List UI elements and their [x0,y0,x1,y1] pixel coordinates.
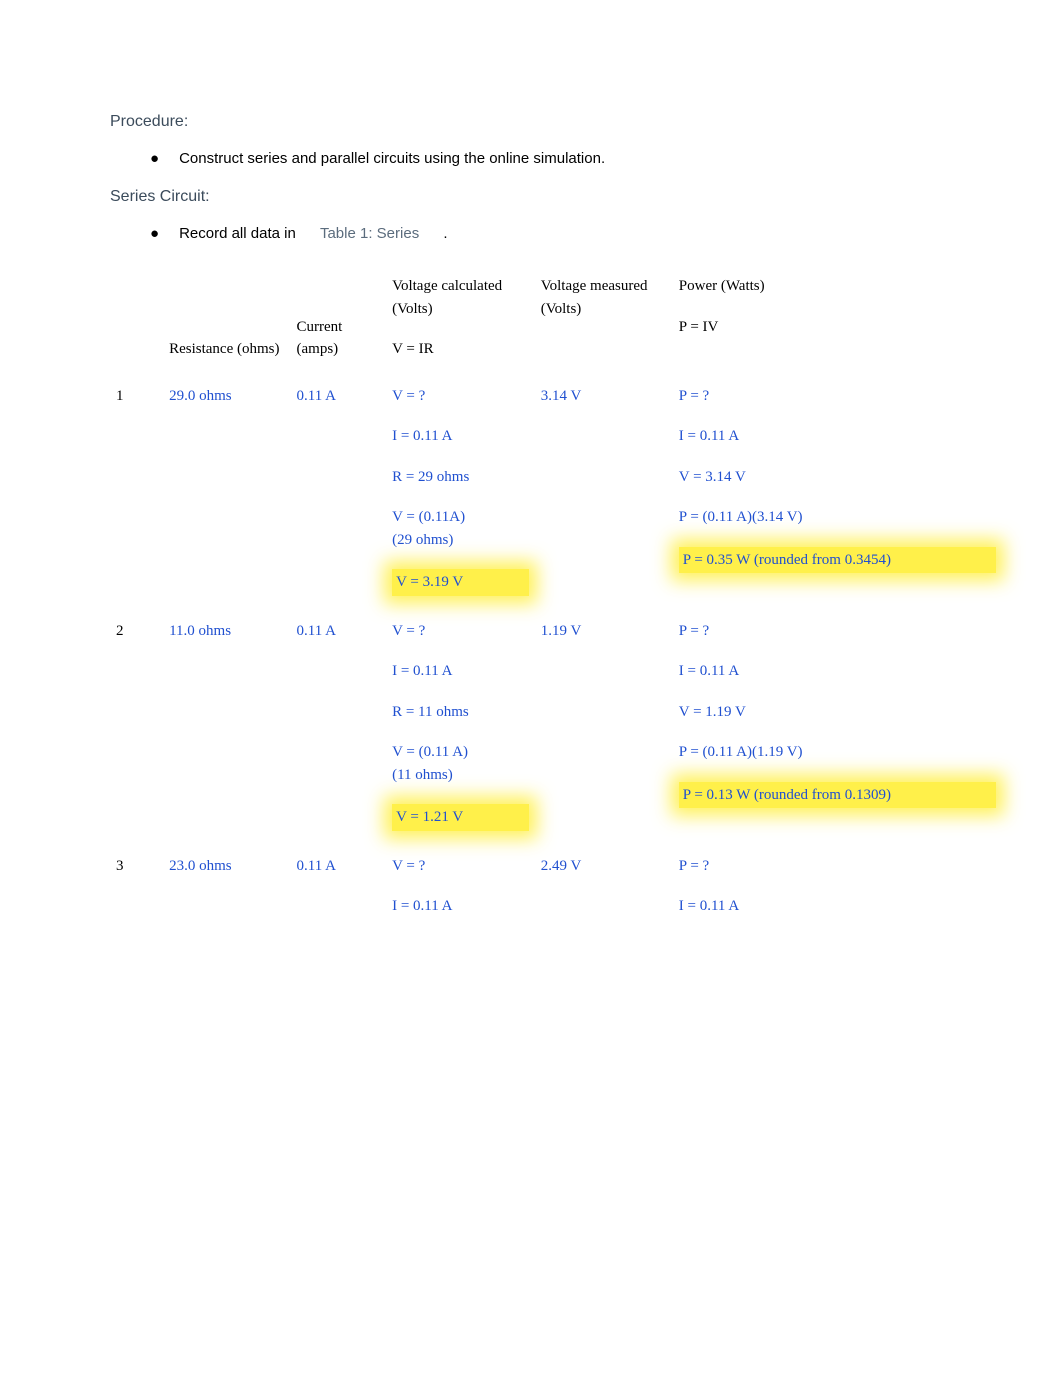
header-vcalc-formula: V = IR [392,338,529,361]
header-num [110,263,163,373]
cell-voltage-measured: 3.14 V [535,373,673,608]
header-resistance: Resistance (ohms) [163,263,290,373]
row-number: 1 [110,373,163,608]
vcalc-line-part: V = (0.11 A) [392,744,468,760]
bullet-icon: ● [150,223,159,246]
cell-resistance: 29.0 ohms [163,373,290,608]
vcalc-line-part: (11 ohms) [392,767,453,783]
vcalc-line: R = 29 ohms [392,466,529,489]
header-power: Power (Watts) P = IV [673,263,1002,373]
vcalc-result-highlight: V = 3.19 V [392,569,529,596]
cell-current: 0.11 A [291,373,387,608]
table-1-label: Table 1: Series [300,225,439,242]
cell-voltage-calculated: V = ? I = 0.11 A R = 29 ohms V = (0.11A)… [386,373,535,608]
cell-voltage-measured: 1.19 V [535,608,673,843]
header-power-top: Power (Watts) [679,275,996,298]
bullet2-prefix: Record all data in [179,225,296,242]
power-line: V = 3.14 V [679,466,996,489]
vcalc-line: I = 0.11 A [392,425,529,448]
row-number: 2 [110,608,163,843]
procedure-heading: Procedure: [110,110,1002,134]
cell-power: P = ? I = 0.11 A V = 3.14 V P = (0.11 A)… [673,373,1002,608]
table-row: 2 11.0 ohms 0.11 A V = ? I = 0.11 A R = … [110,608,1002,843]
power-line: P = ? [679,385,996,408]
cell-current: 0.11 A [291,608,387,843]
power-result-highlight: P = 0.35 W (rounded from 0.3454) [679,547,996,574]
table-row: 1 29.0 ohms 0.11 A V = ? I = 0.11 A R = … [110,373,1002,608]
vcalc-line: I = 0.11 A [392,895,529,918]
vcalc-line: V = (0.11A) (29 ohms) [392,506,529,551]
cell-voltage-calculated: V = ? I = 0.11 A R = 11 ohms V = (0.11 A… [386,608,535,843]
vcalc-line: V = ? [392,620,529,643]
bullet2-suffix: . [443,225,447,242]
vcalc-line: V = ? [392,855,529,878]
cell-power: P = ? I = 0.11 A [673,843,1002,930]
power-line: I = 0.11 A [679,425,996,448]
vcalc-line: V = (0.11 A) (11 ohms) [392,741,529,786]
power-line: V = 1.19 V [679,701,996,724]
cell-voltage-measured: 2.49 V [535,843,673,930]
power-line: P = (0.11 A)(1.19 V) [679,741,996,764]
series-bullet-text: Record all data in Table 1: Series . [179,223,447,246]
procedure-bullet-1: ● Construct series and parallel circuits… [110,148,1002,171]
header-voltage-calculated: Voltage calculated (Volts) V = IR [386,263,535,373]
cell-power: P = ? I = 0.11 A V = 1.19 V P = (0.11 A)… [673,608,1002,843]
series-table: Resistance (ohms) Current (amps) Voltage… [110,263,1002,930]
series-heading: Series Circuit: [110,185,1002,209]
vcalc-line: V = ? [392,385,529,408]
cell-resistance: 11.0 ohms [163,608,290,843]
vcalc-line: R = 11 ohms [392,701,529,724]
cell-voltage-calculated: V = ? I = 0.11 A [386,843,535,930]
vcalc-result-highlight: V = 1.21 V [392,804,529,831]
power-line: I = 0.11 A [679,660,996,683]
power-line: I = 0.11 A [679,895,996,918]
series-bullet: ● Record all data in Table 1: Series . [110,223,1002,246]
power-line: P = ? [679,620,996,643]
table-header-row: Resistance (ohms) Current (amps) Voltage… [110,263,1002,373]
procedure-bullet-text: Construct series and parallel circuits u… [179,148,605,171]
power-line: P = (0.11 A)(3.14 V) [679,506,996,529]
table-row: 3 23.0 ohms 0.11 A V = ? I = 0.11 A 2.49… [110,843,1002,930]
power-line: P = ? [679,855,996,878]
power-result-highlight: P = 0.13 W (rounded from 0.1309) [679,782,996,809]
header-power-formula: P = IV [679,316,996,339]
header-current: Current (amps) [291,263,387,373]
vcalc-line: I = 0.11 A [392,660,529,683]
row-number: 3 [110,843,163,930]
cell-current: 0.11 A [291,843,387,930]
header-voltage-measured: Voltage measured (Volts) [535,263,673,373]
vcalc-line-part: (29 ohms) [392,532,453,548]
header-vcalc-top: Voltage calculated (Volts) [392,275,529,320]
vcalc-line-part: V = (0.11A) [392,509,465,525]
cell-resistance: 23.0 ohms [163,843,290,930]
bullet-icon: ● [150,148,159,171]
